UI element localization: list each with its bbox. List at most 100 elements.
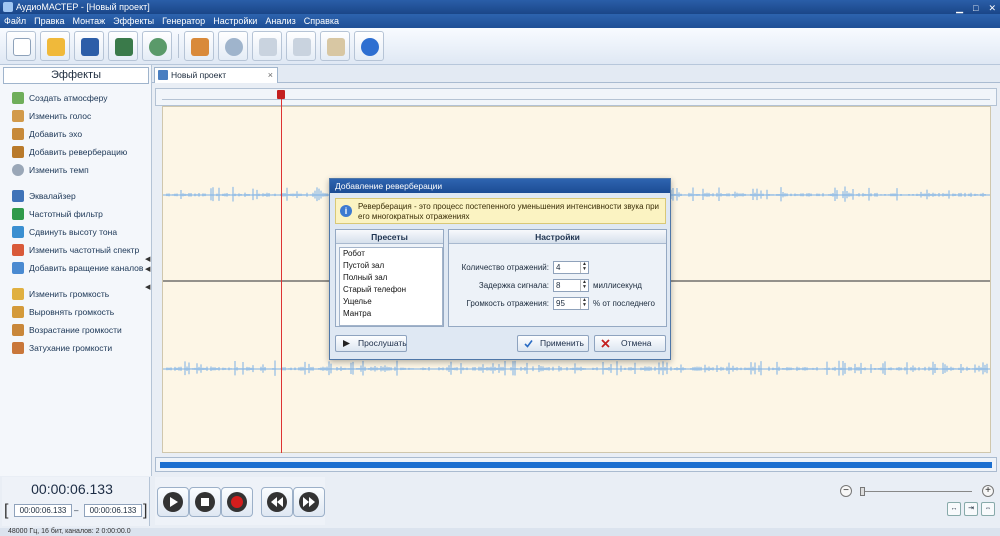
cut-button[interactable] [252, 31, 282, 61]
menu-generator[interactable]: Генератор [162, 14, 205, 28]
checkmark-icon [524, 340, 533, 348]
effect-change-tempo[interactable]: Изменить темп [12, 162, 89, 178]
listen-button[interactable]: Прослушать [335, 335, 407, 352]
reflection-volume-label: Громкость отражения: [466, 299, 549, 308]
spinner-arrows-icon[interactable]: ▲ ▼ [580, 262, 588, 273]
preset-item[interactable]: Старый телефон [340, 284, 442, 296]
apply-button[interactable]: Применить [517, 335, 589, 352]
stop-button[interactable] [189, 487, 221, 517]
undo-icon [225, 38, 243, 56]
collapse-arrow-icon[interactable]: ◀ [145, 255, 150, 263]
effect-frequency-spectrum[interactable]: Изменить частотный спектр [12, 242, 139, 258]
preset-item[interactable]: Робот [340, 248, 442, 260]
zoom-in-button[interactable]: + [982, 485, 994, 497]
selection-end-field[interactable]: 00:00:06.133 [84, 504, 142, 517]
toolbar-separator [178, 34, 179, 58]
save-icon [81, 38, 99, 56]
record-disc-button[interactable] [142, 31, 172, 61]
delay-spinner[interactable]: 8 ▲ ▼ [553, 279, 589, 292]
menu-settings[interactable]: Настройки [213, 14, 257, 28]
preset-item[interactable]: Полный зал [340, 272, 442, 284]
save-button[interactable] [74, 31, 104, 61]
collapse-arrow-icon[interactable]: ◀ [145, 283, 150, 291]
menu-help[interactable]: Справка [304, 14, 339, 28]
record-disc-icon [149, 38, 167, 56]
zoom-track[interactable] [860, 491, 972, 492]
record-button[interactable] [221, 487, 253, 517]
new-file-button[interactable] [6, 31, 36, 61]
menu-effects[interactable]: Эффекты [113, 14, 154, 28]
echo-icon [12, 128, 24, 140]
rewind-start-button[interactable] [261, 487, 293, 517]
reflection-volume-spinner[interactable]: 95 ▲ ▼ [553, 297, 589, 310]
fade-in-icon [12, 324, 24, 336]
effect-frequency-filter[interactable]: Частотный фильтр [12, 206, 103, 222]
effect-change-volume[interactable]: Изменить громкость [12, 286, 109, 302]
effect-equalizer[interactable]: Эквалайзер [12, 188, 76, 204]
atmosphere-icon [12, 92, 24, 104]
effect-normalize-volume[interactable]: Выровнять громкость [12, 304, 114, 320]
presets-list[interactable]: Робот Пустой зал Полный зал Старый телеф… [339, 247, 443, 326]
menu-analysis[interactable]: Анализ [265, 14, 295, 28]
open-button[interactable] [40, 31, 70, 61]
effect-fade-in[interactable]: Возрастание громкости [12, 322, 122, 338]
zoom-reset-icon: ⇔ [984, 505, 992, 512]
zoom-reset-button[interactable]: ⇔ [981, 502, 995, 516]
rotation-icon [12, 262, 24, 274]
selection-start-field[interactable]: 00:00:06.133 [14, 504, 72, 517]
menu-edit[interactable]: Правка [34, 14, 64, 28]
fit-selection-button[interactable]: ⇥ [964, 502, 978, 516]
tab-close-icon[interactable]: × [268, 68, 273, 82]
spinner-arrows-icon[interactable]: ▲ ▼ [580, 280, 588, 291]
effect-pitch-shift[interactable]: Сдвинуть высоту тона [12, 224, 117, 240]
normalize-icon [12, 306, 24, 318]
presets-box: Пресеты Робот Пустой зал Полный зал Стар… [335, 229, 444, 327]
cancel-x-icon [601, 339, 610, 348]
reflection-volume-unit: % от последнего [593, 299, 655, 308]
status-bar: 48000 Гц, 16 бит, каналов: 2 0:00:00.0 [0, 528, 1000, 536]
zoom-thumb[interactable] [860, 487, 865, 496]
effect-create-atmosphere[interactable]: Создать атмосферу [12, 90, 108, 106]
effect-change-voice[interactable]: Изменить голос [12, 108, 91, 124]
collapse-arrow-icon[interactable]: ◀ [145, 265, 150, 273]
setting-reflections: Количество отражений: 4 ▲ ▼ [449, 261, 667, 275]
minimize-icon[interactable]: ▁ [956, 1, 963, 15]
help-button[interactable] [354, 31, 384, 61]
copy-button[interactable] [286, 31, 316, 61]
effect-add-echo[interactable]: Добавить эхо [12, 126, 82, 142]
playhead-marker[interactable] [277, 90, 285, 99]
delay-label: Задержка сигнала: [478, 281, 549, 290]
spinner-arrows-icon[interactable]: ▲ ▼ [580, 298, 588, 309]
horizontal-scrollbar[interactable] [155, 457, 997, 472]
effect-fade-out[interactable]: Затухание громкости [12, 340, 112, 356]
zoom-out-button[interactable]: − [840, 485, 852, 497]
preset-item[interactable]: Мантра [340, 308, 442, 320]
menu-montage[interactable]: Монтаж [73, 14, 106, 28]
effects-button[interactable] [184, 31, 214, 61]
export-icon [115, 38, 133, 56]
menu-file[interactable]: Файл [4, 14, 26, 28]
title-bar: АудиоМАСТЕР - [Новый проект] ▁ □ ✕ [0, 0, 1000, 14]
reflections-spinner[interactable]: 4 ▲ ▼ [553, 261, 589, 274]
cancel-button[interactable]: Отмена [594, 335, 666, 352]
tab-new-project[interactable]: Новый проект × [154, 67, 278, 83]
preset-item[interactable]: Ущелье [340, 296, 442, 308]
effect-channel-rotation[interactable]: Добавить вращение каналов [12, 260, 143, 276]
export-button[interactable] [108, 31, 138, 61]
fade-out-icon [12, 342, 24, 354]
effect-add-reverb[interactable]: Добавить реверберацию [12, 144, 127, 160]
paste-button[interactable] [320, 31, 350, 61]
setting-reflection-volume: Громкость отражения: 95 ▲ ▼ % от последнег… [449, 297, 667, 311]
play-button[interactable] [157, 487, 189, 517]
equalizer-icon [12, 190, 24, 202]
scrollbar-thumb[interactable] [160, 462, 992, 468]
maximize-icon[interactable]: □ [973, 1, 978, 15]
fit-width-icon: ↔ [950, 505, 958, 512]
fit-width-button[interactable]: ↔ [947, 502, 961, 516]
zoom-controls: − + ↔ ⇥ ⇔ [836, 483, 996, 523]
forward-end-button[interactable] [293, 487, 325, 517]
preset-item[interactable]: Пустой зал [340, 260, 442, 272]
close-icon[interactable]: ✕ [988, 1, 996, 15]
effects-panel: Эффекты Создать атмосферу Изменить голос… [0, 65, 152, 476]
undo-button[interactable] [218, 31, 248, 61]
